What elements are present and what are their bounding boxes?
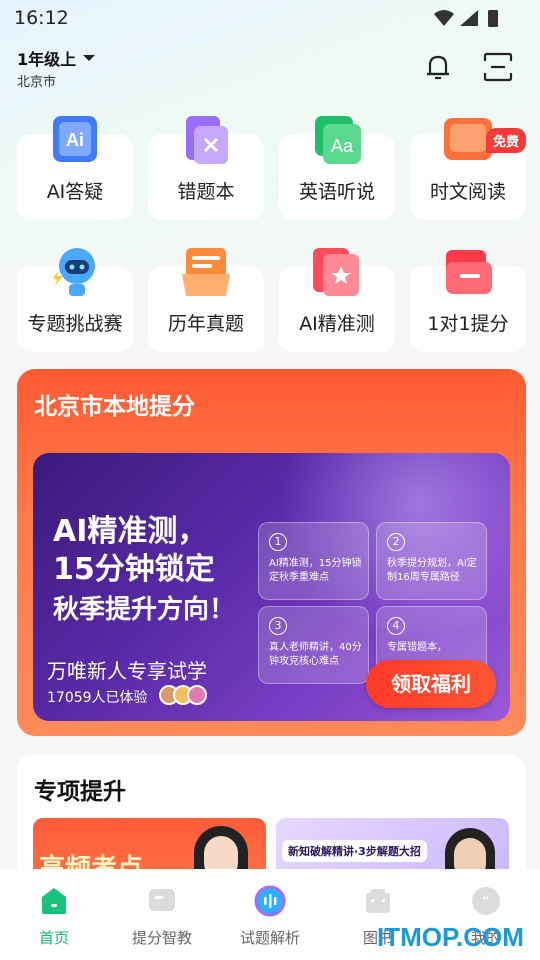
tab-label: 试题解析 <box>239 929 300 947</box>
robot-icon <box>53 248 95 296</box>
home-icon <box>42 888 66 914</box>
tab-question-analysis[interactable]: 试题解析 <box>216 869 324 960</box>
battery-icon <box>488 10 498 27</box>
step-text: AI精准测，15分钟锁定秋季重难点 <box>269 558 362 583</box>
step-text: 秋季提分规划，AI定制16周专属路径 <box>387 558 477 583</box>
ai-sphere-icon <box>254 885 286 917</box>
status-time: 16:12 <box>14 7 69 29</box>
special-boost-title: 专项提升 <box>34 779 126 805</box>
grid-item-label: 1对1提分 <box>427 313 509 335</box>
grid-item-label: AI答疑 <box>46 181 104 203</box>
grid-item-ai-answer[interactable]: Ai AI答疑 <box>17 116 133 220</box>
grid-item-challenge[interactable]: 专题挑战赛 <box>17 248 133 352</box>
grid-item-past-papers[interactable]: 历年真题 <box>148 248 264 352</box>
status-bar: 16:12 <box>0 0 540 36</box>
scan-icon[interactable] <box>481 50 515 84</box>
tab-home[interactable]: 首页 <box>0 869 108 960</box>
avatar-group <box>159 685 209 707</box>
tab-label: 提分智教 <box>131 929 192 947</box>
grid-item-label: 历年真题 <box>167 313 244 335</box>
tab-smart-teaching[interactable]: 提分智教 <box>108 869 216 960</box>
wifi-icon <box>434 10 454 26</box>
grid-item-one-on-one[interactable]: 1对1提分 <box>410 250 526 352</box>
grid-item-precise-test[interactable]: AI精准测 <box>279 248 395 352</box>
chat-icon <box>149 889 175 911</box>
bell-icon[interactable] <box>421 50 455 84</box>
site-watermark: ITMOP.COM <box>377 922 524 952</box>
precise-test-icon <box>313 248 359 296</box>
tab-label: 首页 <box>38 929 69 947</box>
grid-item-label: 专题挑战赛 <box>27 313 123 335</box>
ai-answer-icon: Ai <box>53 116 97 162</box>
wallet-icon <box>446 250 492 294</box>
local-boost-section: 北京市本地提分 AI精准测， 15分钟锁定 秋季提升方向！ 1 AI精准测，15… <box>17 369 526 736</box>
step-number: 1 <box>269 533 287 551</box>
svg-text:“: “ <box>482 892 490 911</box>
step-number: 4 <box>387 617 405 635</box>
app-header: 1年级上 北京市 <box>0 40 540 96</box>
step-number: 2 <box>387 533 405 551</box>
past-papers-icon <box>182 248 230 296</box>
city-label: 北京市 <box>17 75 57 90</box>
grid-item-label: 时文阅读 <box>429 181 506 203</box>
svg-text:Ai: Ai <box>66 130 84 150</box>
promo-headline-line2: 15分钟锁定 <box>53 552 215 587</box>
svg-text:Aa: Aa <box>331 136 354 156</box>
promo-step-1: 1 AI精准测，15分钟锁定秋季重难点 <box>258 522 369 600</box>
step-text: 真人老师精讲，40分钟攻克核心难点 <box>269 642 362 667</box>
grid-item-label: 英语听说 <box>298 181 375 203</box>
promo-step-2: 2 秋季提分规划，AI定制16周专属路径 <box>376 522 487 600</box>
book-icon <box>366 889 390 913</box>
grid-item-label: 错题本 <box>177 181 235 203</box>
local-boost-title: 北京市本地提分 <box>34 394 195 420</box>
promo-headline: AI精准测， 15分钟锁定 <box>53 513 215 589</box>
english-listening-icon: Aa <box>315 116 361 164</box>
grid-item-reading[interactable]: 免费 时文阅读 <box>410 118 526 220</box>
card-title: 新知破解精讲·3步解题大招 <box>282 840 427 862</box>
step-number: 3 <box>269 617 287 635</box>
promo-step-3: 3 真人老师精讲，40分钟攻克核心难点 <box>258 606 369 684</box>
promo-headline-line1: AI精准测， <box>53 514 208 549</box>
avatar <box>187 685 207 705</box>
promo-subtitle: 万唯新人专享试学 <box>47 659 207 683</box>
claim-benefit-button[interactable]: 领取福利 <box>366 660 496 708</box>
grade-label: 1年级上 <box>17 50 77 69</box>
signal-icon <box>460 10 478 26</box>
grid-item-label: AI精准测 <box>299 313 375 335</box>
grid-item-mistake-book[interactable]: 错题本 <box>148 116 264 220</box>
promo-banner[interactable]: AI精准测， 15分钟锁定 秋季提升方向！ 1 AI精准测，15分钟锁定秋季重难… <box>33 453 510 721</box>
experienced-count: 17059人已体验 <box>47 690 148 706</box>
step-text: 专属错题本， <box>387 642 447 653</box>
profile-icon: “ <box>472 887 500 915</box>
chevron-down-icon <box>83 55 96 61</box>
mistake-book-icon <box>186 116 228 164</box>
free-badge: 免费 <box>485 128 526 153</box>
grid-item-english[interactable]: Aa 英语听说 <box>279 116 395 220</box>
status-icons <box>434 10 498 27</box>
promo-headline-line3: 秋季提升方向！ <box>53 595 236 625</box>
grade-selector[interactable]: 1年级上 <box>17 46 96 70</box>
